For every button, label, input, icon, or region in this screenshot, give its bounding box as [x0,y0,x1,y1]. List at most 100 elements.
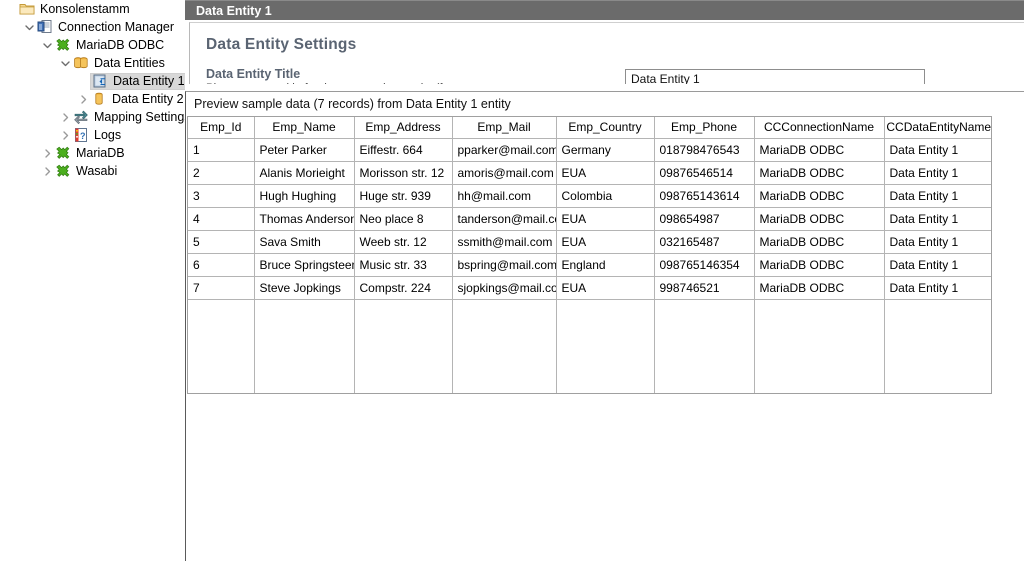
chevron-right-icon[interactable] [40,163,54,179]
table-cell[interactable]: Data Entity 1 [884,276,991,300]
table-cell[interactable]: Colombia [556,184,655,208]
table-cell[interactable]: Thomas Anderson [254,207,355,231]
table-row[interactable]: 5 Sava Smith Weeb str. 12 ssmith@mail.com EU… [188,230,991,254]
table-cell[interactable]: ssmith@mail.com [452,230,557,254]
table-cell[interactable]: Huge str. 939 [354,184,453,208]
table-empty-cell [188,299,255,322]
table-cell[interactable]: 7 [188,276,255,300]
chevron-down-icon[interactable] [58,55,72,71]
table-cell[interactable]: 6 [188,253,255,277]
table-cell[interactable]: 5 [188,230,255,254]
table-cell[interactable]: 018798476543 [654,138,755,162]
column-header[interactable]: Emp_Country [556,117,655,139]
table-cell[interactable]: England [556,253,655,277]
table-cell[interactable]: Data Entity 1 [884,161,991,185]
table-cell[interactable]: Peter Parker [254,138,355,162]
column-header[interactable]: Emp_Id [188,117,255,139]
tree-item-data-entity-2[interactable]: Data Entity 2 [0,90,185,108]
column-header[interactable]: Emp_Mail [452,117,557,139]
table-cell[interactable]: Data Entity 1 [884,253,991,277]
tree-item-content: MariaDB [54,145,129,162]
tree-item-wasabi[interactable]: Wasabi [0,162,185,180]
column-header[interactable]: CCConnectionName [754,117,885,139]
table-cell[interactable]: Data Entity 1 [884,207,991,231]
table-row[interactable]: 2 Alanis Morieight Morisson str. 12 amoris@… [188,161,991,185]
table-cell[interactable]: MariaDB ODBC [754,253,885,277]
table-cell[interactable]: Weeb str. 12 [354,230,453,254]
table-cell[interactable]: Neo place 8 [354,207,453,231]
table-cell[interactable]: MariaDB ODBC [754,207,885,231]
table-cell[interactable]: Hugh Hughing [254,184,355,208]
table-cell[interactable]: EUA [556,276,655,300]
logs-icon: ? [73,127,89,143]
tree-item-mariadb-odbc[interactable]: MariaDB ODBC [0,36,185,54]
tree-item-logs[interactable]: ? Logs [0,126,185,144]
column-header[interactable]: CCDataEntityName [884,117,991,139]
table-cell[interactable]: Germany [556,138,655,162]
table-cell[interactable]: hh@mail.com [452,184,557,208]
table-cell[interactable]: bspring@mail.com [452,253,557,277]
table-cell[interactable]: Morisson str. 12 [354,161,453,185]
table-cell[interactable]: 098765146354 [654,253,755,277]
chevron-down-icon[interactable] [22,19,36,35]
chevron-right-icon[interactable] [76,91,90,107]
table-cell[interactable]: MariaDB ODBC [754,138,885,162]
table-row[interactable]: 6 Bruce Springsteen Music str. 33 bspring@m… [188,253,991,277]
table-cell[interactable]: 032165487 [654,230,755,254]
table-empty-cell [452,365,557,388]
column-header[interactable]: Emp_Phone [654,117,755,139]
table-cell[interactable]: MariaDB ODBC [754,161,885,185]
table-cell[interactable]: sjopkings@mail.com [452,276,557,300]
table-cell[interactable]: MariaDB ODBC [754,184,885,208]
table-cell[interactable]: 1 [188,138,255,162]
data-entities-icon [73,55,89,71]
table-cell[interactable]: Steve Jopkings [254,276,355,300]
tree-item-konsolenstamm[interactable]: Konsolenstamm [0,0,185,18]
tree-item-mapping-settings[interactable]: Mapping Settings [0,108,185,126]
table-cell[interactable]: EUA [556,207,655,231]
table-row[interactable]: 1 Peter Parker Eiffestr. 664 pparker@mail.c… [188,138,991,162]
tree-item-data-entities[interactable]: Data Entities [0,54,185,72]
table-cell[interactable]: EUA [556,161,655,185]
table-body: 1 Peter Parker Eiffestr. 664 pparker@mail.c… [188,138,991,393]
table-cell[interactable]: Alanis Morieight [254,161,355,185]
table-empty-cell [754,299,885,322]
table-row[interactable]: 7 Steve Jopkings Compstr. 224 sjopkings@mai… [188,276,991,300]
chevron-down-icon[interactable] [40,37,54,53]
table-cell[interactable]: 3 [188,184,255,208]
table-cell[interactable]: Music str. 33 [354,253,453,277]
tree-item-connection-manager[interactable]: Connection Manager [0,18,185,36]
table-row[interactable]: 4 Thomas Anderson Neo place 8 tanderson@mai… [188,207,991,231]
sample-data-grid[interactable]: Emp_Id Emp_Name Emp_Address Emp_Mail Emp_Cou… [187,116,992,394]
table-cell[interactable]: 4 [188,207,255,231]
chevron-right-icon[interactable] [58,109,72,125]
column-header[interactable]: Emp_Name [254,117,355,139]
table-cell[interactable]: tanderson@mail.com [452,207,557,231]
table-cell[interactable]: Sava Smith [254,230,355,254]
chevron-right-icon[interactable] [40,145,54,161]
table-cell[interactable]: 2 [188,161,255,185]
table-cell[interactable]: MariaDB ODBC [754,230,885,254]
chevron-right-icon[interactable] [58,127,72,143]
table-cell[interactable]: 098654987 [654,207,755,231]
window-title: Data Entity 1 [196,3,272,18]
tree-item-mariadb[interactable]: MariaDB [0,144,185,162]
table-cell[interactable]: Data Entity 1 [884,138,991,162]
table-cell[interactable]: Data Entity 1 [884,230,991,254]
column-header[interactable]: Emp_Address [354,117,453,139]
table-cell[interactable]: 998746521 [654,276,755,300]
table-cell[interactable]: MariaDB ODBC [754,276,885,300]
tree-item-label: MariaDB ODBC [76,38,165,52]
table-cell[interactable]: Compstr. 224 [354,276,453,300]
table-cell[interactable]: 09876546514 [654,161,755,185]
table-row[interactable]: 3 Hugh Hughing Huge str. 939 hh@mail.com Col… [188,184,991,208]
table-cell[interactable]: EUA [556,230,655,254]
table-cell[interactable]: 098765143614 [654,184,755,208]
table-cell[interactable]: Data Entity 1 [884,184,991,208]
table-cell[interactable]: amoris@mail.com [452,161,557,185]
tree-item-data-entity-1[interactable]: Data Entity 1 [0,72,185,90]
table-cell[interactable]: Eiffestr. 664 [354,138,453,162]
table-cell[interactable]: Bruce Springsteen [254,253,355,277]
table-cell[interactable]: pparker@mail.com [452,138,557,162]
